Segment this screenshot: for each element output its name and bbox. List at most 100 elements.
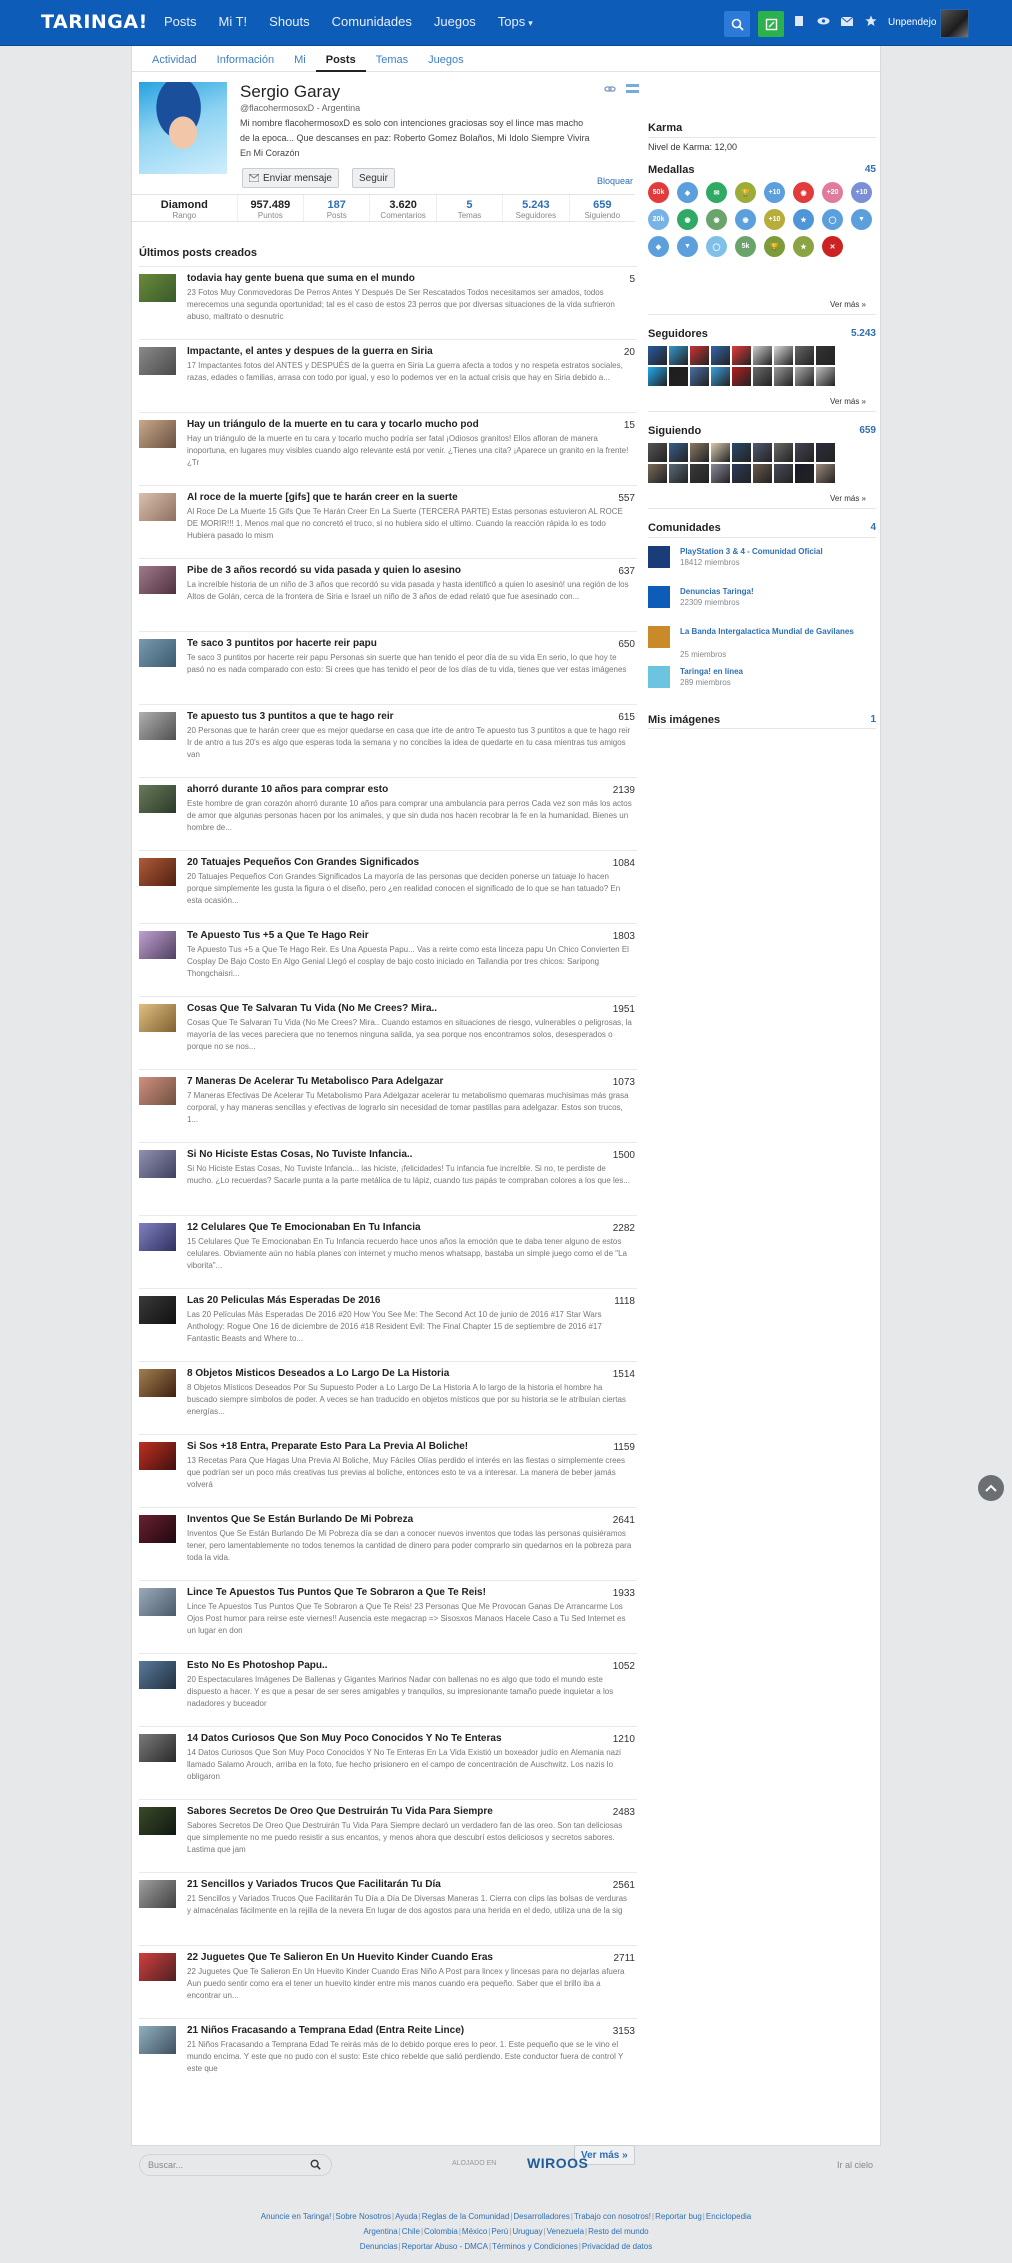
nav-mi-t[interactable]: Mi T! — [219, 14, 248, 29]
follower-avatar[interactable] — [711, 346, 730, 365]
taringa-logo[interactable]: TARINGA! — [41, 11, 148, 33]
new-post-button[interactable] — [758, 11, 784, 37]
post-thumbnail[interactable] — [139, 2026, 176, 2054]
following-avatar[interactable] — [816, 443, 835, 462]
nav-juegos[interactable]: Juegos — [434, 14, 476, 29]
post-row[interactable]: Las 20 Peliculas Más Esperadas De 2016 11… — [139, 1288, 637, 1361]
post-title[interactable]: Esto No Es Photoshop Papu.. — [187, 1660, 587, 1671]
following-avatar[interactable] — [648, 464, 667, 483]
post-title[interactable]: Si No Hiciste Estas Cosas, No Tuviste In… — [187, 1149, 587, 1160]
medal-badge[interactable]: ✕ — [822, 236, 843, 257]
post-row[interactable]: Hay un triángulo de la muerte en tu cara… — [139, 412, 637, 485]
follower-avatar[interactable] — [774, 367, 793, 386]
tab-mi[interactable]: Mi — [284, 46, 316, 72]
post-row[interactable]: Cosas Que Te Salvaran Tu Vida (No Me Cre… — [139, 996, 637, 1069]
following-avatar[interactable] — [669, 443, 688, 462]
medal-badge[interactable]: ★ — [793, 236, 814, 257]
post-row[interactable]: Te apuesto tus 3 puntitos a que te hago … — [139, 704, 637, 777]
medals-more-link[interactable]: Ver más » — [830, 300, 866, 309]
community-name[interactable]: PlayStation 3 & 4 - Comunidad Oficial — [680, 546, 870, 557]
post-thumbnail[interactable] — [139, 1077, 176, 1105]
post-thumbnail[interactable] — [139, 931, 176, 959]
footer-link[interactable]: Perú — [491, 2227, 508, 2236]
footer-link[interactable]: Argentina — [363, 2227, 397, 2236]
post-row[interactable]: 8 Objetos Misticos Deseados a Lo Largo D… — [139, 1361, 637, 1434]
post-thumbnail[interactable] — [139, 1588, 176, 1616]
post-thumbnail[interactable] — [139, 1734, 176, 1762]
scroll-top-button[interactable] — [978, 1475, 1004, 1501]
medal-badge[interactable]: 20k — [648, 209, 669, 230]
post-row[interactable]: 20 Tatuajes Pequeños Con Grandes Signifi… — [139, 850, 637, 923]
post-title[interactable]: Pibe de 3 años recordó su vida pasada y … — [187, 565, 587, 576]
post-thumbnail[interactable] — [139, 1880, 176, 1908]
post-thumbnail[interactable] — [139, 347, 176, 375]
post-title[interactable]: 22 Juguetes Que Te Salieron En Un Huevit… — [187, 1952, 587, 1963]
medals-count[interactable]: 45 — [865, 164, 876, 175]
post-row[interactable]: ahorró durante 10 años para comprar esto… — [139, 777, 637, 850]
following-avatar[interactable] — [795, 464, 814, 483]
post-row[interactable]: Pibe de 3 años recordó su vida pasada y … — [139, 558, 637, 631]
post-row[interactable]: Sabores Secretos De Oreo Que Destruirán … — [139, 1799, 637, 1872]
follower-avatar[interactable] — [648, 346, 667, 365]
medal-badge[interactable]: ◉ — [735, 209, 756, 230]
post-thumbnail[interactable] — [139, 1223, 176, 1251]
following-avatar[interactable] — [732, 443, 751, 462]
post-thumbnail[interactable] — [139, 1807, 176, 1835]
community-name[interactable]: Taringa! en línea — [680, 666, 870, 677]
follower-avatar[interactable] — [753, 346, 772, 365]
post-thumbnail[interactable] — [139, 1953, 176, 1981]
tab-informacion[interactable]: Información — [207, 46, 284, 72]
post-title[interactable]: Hay un triángulo de la muerte en tu cara… — [187, 419, 587, 430]
footer-link[interactable]: Reportar bug — [655, 2212, 702, 2221]
follower-avatar[interactable] — [669, 346, 688, 365]
footer-link[interactable]: Enciclopedia — [706, 2212, 751, 2221]
stat-comentarios[interactable]: 3.620 Comentarios — [370, 195, 437, 221]
medal-badge[interactable]: +20 — [822, 182, 843, 203]
follower-avatar[interactable] — [732, 346, 751, 365]
follower-avatar[interactable] — [774, 346, 793, 365]
search-icon[interactable] — [310, 2159, 321, 2170]
communities-count[interactable]: 4 — [870, 522, 876, 533]
medal-badge[interactable]: +10 — [764, 182, 785, 203]
post-row[interactable]: Inventos Que Se Están Burlando De Mi Pob… — [139, 1507, 637, 1580]
block-link[interactable]: Bloquear — [597, 176, 633, 186]
footer-link[interactable]: Chile — [402, 2227, 420, 2236]
nav-shouts[interactable]: Shouts — [269, 14, 309, 29]
post-thumbnail[interactable] — [139, 420, 176, 448]
post-title[interactable]: Lince Te Apuestos Tus Puntos Que Te Sobr… — [187, 1587, 587, 1598]
following-avatar[interactable] — [816, 464, 835, 483]
community-icon[interactable] — [648, 586, 670, 608]
following-more-link[interactable]: Ver más » — [830, 494, 866, 503]
medal-badge[interactable]: ◆ — [677, 182, 698, 203]
post-row[interactable]: Impactante, el antes y despues de la gue… — [139, 339, 637, 412]
post-thumbnail[interactable] — [139, 1150, 176, 1178]
following-avatar[interactable] — [711, 464, 730, 483]
footer-link[interactable]: México — [462, 2227, 487, 2236]
community-name[interactable]: La Banda Intergalactica Mundial de Gavil… — [680, 626, 870, 637]
community-icon[interactable] — [648, 546, 670, 568]
following-avatar[interactable] — [795, 443, 814, 462]
medal-badge[interactable]: 🏆 — [735, 182, 756, 203]
following-avatar[interactable] — [690, 443, 709, 462]
post-row[interactable]: 21 Niños Fracasando a Temprana Edad (Ent… — [139, 2018, 637, 2091]
following-avatar[interactable] — [669, 464, 688, 483]
star-icon[interactable] — [864, 14, 878, 28]
post-title[interactable]: todavia hay gente buena que suma en el m… — [187, 273, 587, 284]
post-title[interactable]: 14 Datos Curiosos Que Son Muy Poco Conoc… — [187, 1733, 587, 1744]
medal-badge[interactable]: ★ — [793, 209, 814, 230]
footer-link[interactable]: Uruguay — [512, 2227, 542, 2236]
follower-avatar[interactable] — [732, 367, 751, 386]
following-avatar[interactable] — [774, 443, 793, 462]
footer-link[interactable]: Venezuela — [547, 2227, 584, 2236]
community-item[interactable]: La Banda Intergalactica Mundial de Gavil… — [648, 624, 876, 659]
nav-comunidades[interactable]: Comunidades — [332, 14, 412, 29]
stat-puntos[interactable]: 957.489 Puntos — [238, 195, 305, 221]
medal-badge[interactable]: ◉ — [793, 182, 814, 203]
medal-badge[interactable]: ◉ — [677, 209, 698, 230]
follower-avatar[interactable] — [648, 367, 667, 386]
community-item[interactable]: Denuncias Taringa! 22309 miembros — [648, 584, 876, 616]
post-row[interactable]: Te Apuesto Tus +5 a Que Te Hago Reir 1803… — [139, 923, 637, 996]
post-title[interactable]: 12 Celulares Que Te Emocionaban En Tu In… — [187, 1222, 587, 1233]
wiroos-logo[interactable]: WIROOS — [527, 2155, 588, 2171]
notifications-icon[interactable] — [792, 14, 806, 28]
